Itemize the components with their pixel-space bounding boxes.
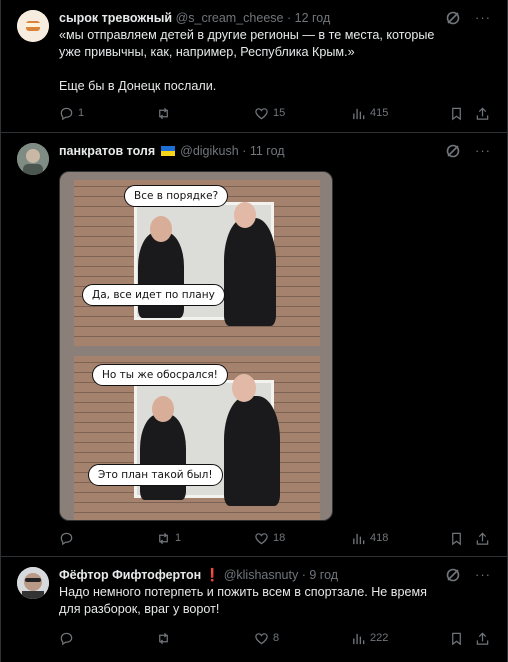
- post-text: Надо немного потерпеть и пожить всем в с…: [59, 585, 431, 616]
- speech-bubble: Все в порядке?: [124, 185, 229, 207]
- more-icon[interactable]: ···: [475, 143, 491, 159]
- share-button[interactable]: [475, 629, 490, 647]
- bookmark-icon: [452, 107, 461, 120]
- timeline: сырок тревожный @s_cream_cheese · 12 год…: [0, 0, 508, 662]
- separator: ·: [242, 144, 247, 158]
- views-button[interactable]: 418: [351, 529, 388, 547]
- author-name[interactable]: панкратов толя: [59, 144, 155, 158]
- avatar[interactable]: [17, 567, 49, 599]
- views-button[interactable]: 222: [351, 629, 388, 647]
- repost-icon: [159, 532, 168, 544]
- author-handle[interactable]: @s_cream_cheese: [176, 11, 284, 25]
- views-icon: [353, 533, 365, 544]
- speech-bubble: Это план такой был!: [88, 464, 223, 486]
- badge-icon: ❗: [204, 568, 221, 582]
- author-handle[interactable]: @digikush: [180, 144, 239, 158]
- reply-button[interactable]: 1: [59, 104, 84, 122]
- view-count: 415: [370, 107, 389, 119]
- author-name[interactable]: сырок тревожный: [59, 11, 172, 25]
- post-time[interactable]: 9 год: [309, 568, 338, 582]
- grok-icon[interactable]: [445, 143, 461, 159]
- repost-button[interactable]: [156, 629, 175, 647]
- bookmark-button[interactable]: [449, 104, 464, 122]
- like-count: 8: [273, 632, 280, 644]
- views-icon: [353, 108, 365, 119]
- view-count: 418: [370, 532, 389, 544]
- repost-count: 1: [175, 532, 182, 544]
- views-button[interactable]: 415: [351, 104, 388, 122]
- author-name[interactable]: Фёфтор Фифтофертон: [59, 568, 201, 582]
- post[interactable]: сырок тревожный @s_cream_cheese · 12 год…: [1, 0, 507, 133]
- meme-panel-bottom: Но ты же обосрался! Это план такой был!: [74, 356, 320, 520]
- repost-icon: [159, 632, 168, 644]
- post-header: Фёфтор Фифтофертон ❗ @klishasnuty · 9 го…: [59, 567, 338, 583]
- share-button[interactable]: [475, 529, 490, 547]
- reply-icon: [60, 107, 73, 120]
- reply-icon: [60, 532, 73, 545]
- post[interactable]: Фёфтор Фифтофертон ❗ @klishasnuty · 9 го…: [1, 557, 507, 662]
- separator: ·: [301, 568, 306, 582]
- post-actions: 1 18 418: [59, 529, 491, 547]
- more-icon[interactable]: ···: [475, 10, 491, 26]
- separator: ·: [286, 11, 292, 25]
- avatar[interactable]: [17, 143, 49, 175]
- avatar[interactable]: [17, 10, 49, 42]
- reply-icon: [60, 632, 73, 645]
- bookmark-icon: [452, 532, 461, 545]
- share-button[interactable]: [475, 104, 490, 122]
- share-icon: [476, 531, 489, 545]
- repost-icon: [159, 107, 168, 119]
- meme-panel-top: Все в порядке? Да, все идет по плану: [74, 180, 320, 346]
- like-icon: [255, 107, 268, 119]
- like-count: 15: [273, 107, 286, 119]
- speech-bubble: Да, все идет по плану: [82, 284, 225, 306]
- author-handle[interactable]: @klishasnuty: [224, 568, 299, 582]
- post-image[interactable]: Все в порядке? Да, все идет по плану Но …: [59, 171, 333, 521]
- like-icon: [255, 532, 268, 544]
- post-actions: 1 15 415: [59, 104, 491, 122]
- bookmark-button[interactable]: [449, 629, 464, 647]
- bookmark-icon: [452, 632, 461, 645]
- view-count: 222: [370, 632, 389, 644]
- reply-button[interactable]: [59, 629, 78, 647]
- like-button[interactable]: 15: [254, 104, 285, 122]
- like-count: 18: [273, 532, 286, 544]
- post-actions: 8 222: [59, 629, 491, 647]
- views-icon: [353, 633, 365, 644]
- repost-button[interactable]: 1: [156, 529, 181, 547]
- speech-bubble: Но ты же обосрался!: [92, 364, 228, 386]
- reply-button[interactable]: [59, 529, 78, 547]
- post-header: панкратов толя @digikush · 11 год: [59, 143, 285, 159]
- repost-button[interactable]: [156, 104, 175, 122]
- grok-icon[interactable]: [445, 10, 461, 26]
- post-time[interactable]: 11 год: [250, 144, 285, 158]
- bookmark-button[interactable]: [449, 529, 464, 547]
- more-icon[interactable]: ···: [475, 567, 491, 583]
- ukraine-flag-icon: [160, 144, 175, 156]
- post-time[interactable]: 12 год: [295, 11, 331, 25]
- post[interactable]: панкратов толя @digikush · 11 год ··· Вс…: [1, 133, 507, 557]
- share-icon: [476, 631, 489, 645]
- reply-count: 1: [78, 107, 85, 119]
- grok-icon[interactable]: [445, 567, 461, 583]
- like-button[interactable]: 18: [254, 529, 285, 547]
- share-icon: [476, 106, 489, 120]
- post-text: «мы отправляем детей в другие регионы — …: [59, 28, 435, 93]
- like-button[interactable]: 8: [254, 629, 279, 647]
- like-icon: [255, 632, 268, 644]
- post-header: сырок тревожный @s_cream_cheese · 12 год: [59, 10, 330, 26]
